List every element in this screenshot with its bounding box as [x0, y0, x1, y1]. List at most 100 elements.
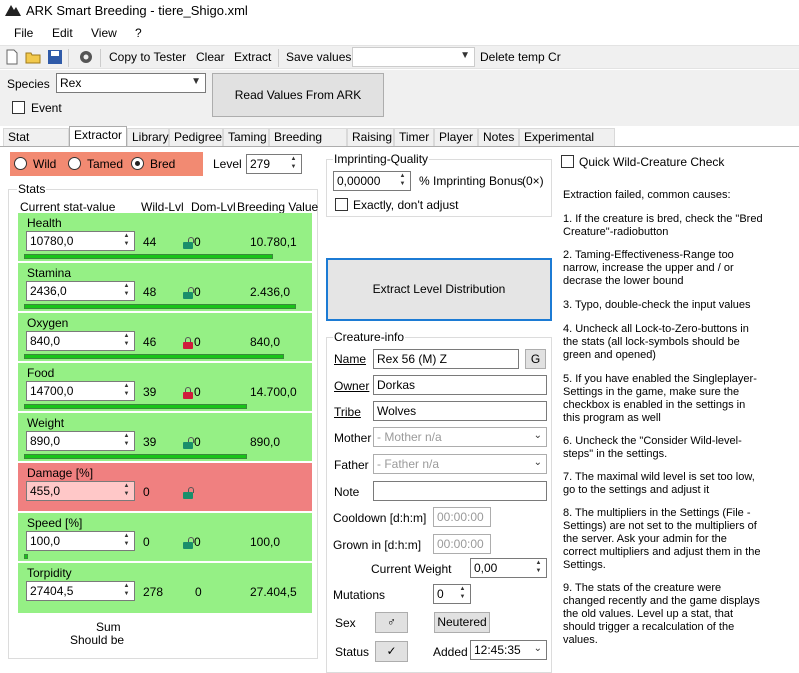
mother-label: Mother: [334, 431, 372, 445]
note-input[interactable]: [373, 481, 547, 501]
stat-value-input[interactable]: 2436,0 ▲ ▼: [26, 281, 135, 301]
lock-open-icon[interactable]: [183, 287, 194, 299]
clear-button[interactable]: Clear: [196, 50, 225, 64]
extract-level-distribution-button[interactable]: Extract Level Distribution: [326, 258, 552, 321]
lock-open-icon[interactable]: [183, 537, 194, 549]
spinner-icon[interactable]: ▲ ▼: [532, 559, 545, 577]
bred-label: Bred: [150, 157, 176, 171]
exact-imprinting-checkbox[interactable]: [335, 198, 348, 211]
imprinting-group-label: Imprinting-Quality: [333, 152, 430, 166]
tab-breeding-plan[interactable]: Breeding Plan: [269, 128, 347, 158]
app-icon: [5, 5, 21, 16]
father-value: - Father n/a: [377, 457, 440, 471]
should-be-label: Should be: [70, 633, 125, 647]
spinner-icon[interactable]: ▲ ▼: [120, 482, 133, 500]
tab-player[interactable]: Player: [434, 128, 478, 146]
save-values-button[interactable]: Save values: [286, 50, 351, 64]
grown-input[interactable]: 00:00:00: [433, 534, 491, 554]
tab-experimental-ocr[interactable]: Experimental OCR: [519, 128, 615, 158]
tab-extractor[interactable]: Extractor: [69, 126, 127, 147]
lock-closed-icon[interactable]: [183, 337, 193, 349]
owner-input[interactable]: Dorkas: [373, 375, 547, 395]
tribe-input[interactable]: Wolves: [373, 401, 547, 421]
delete-temp-button[interactable]: Delete temp Cr: [480, 50, 561, 64]
quick-check-checkbox[interactable]: [561, 155, 574, 168]
spinner-icon[interactable]: ▲ ▼: [120, 332, 133, 350]
tab-notes[interactable]: Notes: [478, 128, 519, 146]
new-file-icon[interactable]: [4, 49, 20, 65]
event-checkbox[interactable]: [12, 101, 25, 114]
stat-name: Oxygen: [27, 316, 69, 330]
help-item: 9. The stats of the creature were change…: [563, 582, 760, 646]
chevron-down-icon: ▼: [460, 50, 470, 61]
sum-label: Sum: [96, 620, 121, 634]
stat-value-input[interactable]: 840,0 ▲ ▼: [26, 331, 135, 351]
spinner-icon[interactable]: ▲ ▼: [120, 432, 133, 450]
added-datetime[interactable]: 12:45:35 ⌄: [470, 640, 547, 660]
wild-radio[interactable]: [14, 157, 27, 170]
tab-timer[interactable]: Timer: [394, 128, 434, 146]
tab-library[interactable]: Library: [127, 128, 169, 146]
lock-body: [183, 242, 193, 249]
level-input[interactable]: 279 ▲ ▼: [246, 154, 302, 174]
tab-stat-testing[interactable]: Stat Testing: [3, 128, 69, 158]
cooldown-input[interactable]: 00:00:00: [433, 507, 491, 527]
spinner-icon[interactable]: ▲ ▼: [120, 382, 133, 400]
spinner-icon[interactable]: ▲ ▼: [456, 585, 469, 603]
chevron-down-icon: ▼: [191, 76, 201, 87]
spinner-icon[interactable]: ▲ ▼: [396, 172, 409, 190]
help-item: 4. Uncheck all Lock-to-Zero-buttons in t…: [563, 323, 749, 361]
open-folder-icon[interactable]: [25, 49, 41, 65]
stat-value-input[interactable]: 455,0 ▲ ▼: [26, 481, 135, 501]
read-values-button[interactable]: Read Values From ARK Window: [212, 73, 384, 144]
stat-value-input[interactable]: 27404,5 ▲ ▼: [26, 581, 135, 601]
spinner-icon[interactable]: ▲ ▼: [120, 532, 133, 550]
menu-file[interactable]: File: [14, 26, 33, 40]
dom-level: 0: [194, 235, 201, 249]
stat-value-input[interactable]: 100,0 ▲ ▼: [26, 531, 135, 551]
status-button[interactable]: ✓: [375, 641, 408, 662]
extract-button[interactable]: Extract: [234, 50, 271, 64]
imprinting-input[interactable]: 0,00000 ▲ ▼: [333, 171, 411, 191]
tribe-value: Wolves: [377, 404, 417, 418]
spinner-icon[interactable]: ▲ ▼: [120, 232, 133, 250]
copy-to-tester-button[interactable]: Copy to Tester: [109, 50, 186, 64]
save-icon[interactable]: [47, 49, 63, 65]
spinner-icon[interactable]: ▲ ▼: [120, 282, 133, 300]
sex-button[interactable]: ♂: [375, 612, 408, 633]
chevron-down-icon: ⌄: [533, 643, 542, 654]
spinner-icon[interactable]: ▲ ▼: [120, 582, 133, 600]
spinner-icon[interactable]: ▲ ▼: [287, 155, 300, 173]
tab-taming[interactable]: Taming: [223, 128, 269, 146]
mutations-input[interactable]: 0 ▲ ▼: [433, 584, 471, 604]
menu-edit[interactable]: Edit: [52, 26, 73, 40]
tab-pedigree[interactable]: Pedigree: [169, 128, 223, 146]
dom-level: 0: [194, 435, 201, 449]
lock-open-icon[interactable]: [183, 437, 194, 449]
event-label: Event: [31, 101, 62, 115]
grown-value: 00:00:00: [437, 537, 484, 551]
father-select[interactable]: - Father n/a ⌄: [373, 454, 547, 474]
stat-value-input[interactable]: 14700,0 ▲ ▼: [26, 381, 135, 401]
save-values-dropdown[interactable]: ▼: [352, 47, 475, 67]
bred-radio[interactable]: [131, 157, 144, 170]
mother-select[interactable]: - Mother n/a ⌄: [373, 427, 547, 447]
tab-raising[interactable]: Raising: [347, 128, 394, 146]
lock-open-icon[interactable]: [183, 487, 194, 499]
generate-name-button[interactable]: G: [525, 349, 546, 369]
menu-view[interactable]: View: [91, 26, 117, 40]
toolbar: Copy to Tester Clear Extract Save values…: [0, 45, 799, 69]
gear-icon[interactable]: [78, 49, 94, 65]
weight-input[interactable]: 0,00 ▲ ▼: [470, 558, 547, 578]
name-input[interactable]: Rex 56 (M) Z: [373, 349, 519, 369]
lock-open-icon[interactable]: [183, 237, 194, 249]
stat-value-input[interactable]: 10780,0 ▲ ▼: [26, 231, 135, 251]
neutered-button[interactable]: Neutered: [434, 612, 490, 633]
stat-level-bar: [24, 404, 247, 409]
extraction-help: Extraction failed, common causes: 1. If …: [563, 189, 763, 647]
lock-closed-icon[interactable]: [183, 387, 193, 399]
tamed-radio[interactable]: [68, 157, 81, 170]
menu-help[interactable]: ?: [135, 26, 142, 40]
stat-value-input[interactable]: 890,0 ▲ ▼: [26, 431, 135, 451]
species-select[interactable]: Rex ▼: [56, 73, 206, 93]
